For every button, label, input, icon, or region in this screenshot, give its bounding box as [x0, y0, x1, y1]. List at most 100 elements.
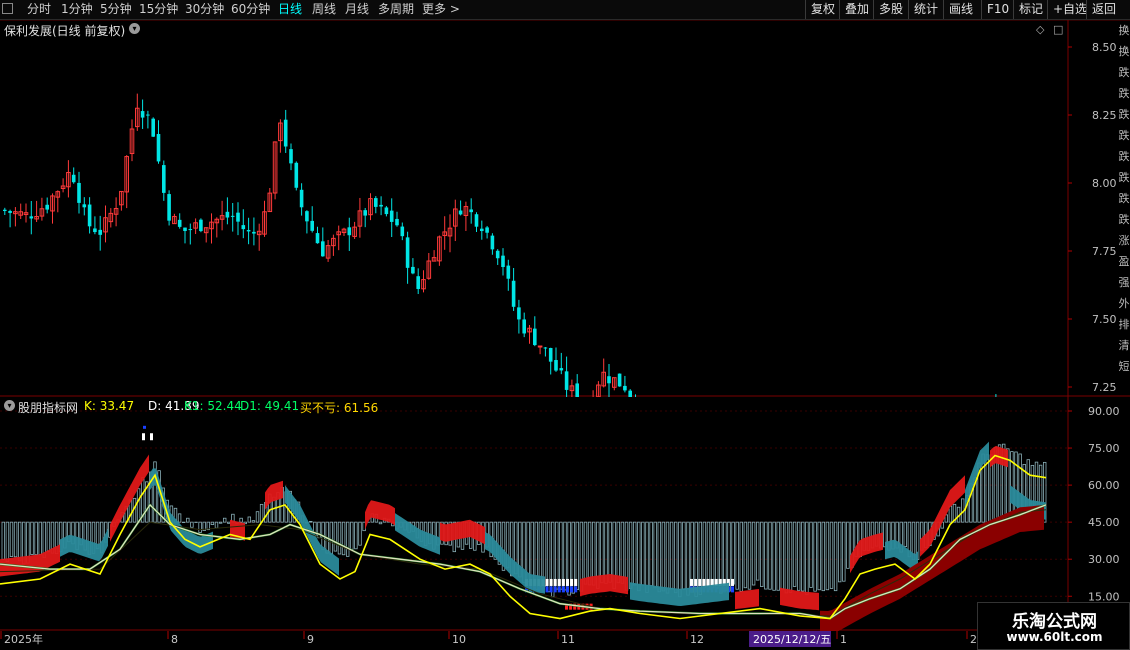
rights-adjust-button[interactable]: 复权: [805, 0, 840, 19]
side-strip-char: 跌: [1118, 87, 1130, 100]
candle-body: [236, 212, 240, 222]
histogram-bar: [378, 521, 383, 525]
side-strip-char: 跌: [1118, 171, 1130, 184]
candle-body: [299, 189, 304, 208]
indicator-menu-icon[interactable]: ▾: [4, 400, 15, 411]
histogram-bar: [9, 521, 14, 557]
histogram-bar: [903, 521, 907, 548]
histogram-bar: [833, 521, 838, 592]
signal-white-block: [731, 578, 734, 586]
histogram-bar: [641, 521, 645, 586]
histogram-bar: [805, 521, 809, 595]
side-strip-char: 跌: [1118, 108, 1130, 121]
indicator-ribbon: [780, 587, 819, 611]
back-button[interactable]: 返回: [1086, 0, 1121, 19]
signal-blue-block: [570, 586, 574, 593]
side-strip-char: 跌: [1118, 192, 1130, 205]
f10-button[interactable]: F10: [981, 0, 1014, 19]
watermark-title: 乐淘公式网: [1012, 612, 1097, 632]
watermark: 乐淘公式网 www.60lt.com: [977, 602, 1130, 650]
chevron-down-icon[interactable]: ▾: [129, 23, 140, 34]
mark-button[interactable]: 标记: [1013, 0, 1048, 19]
candlestick-chart[interactable]: 8.508.258.007.757.507.257.006.756.506.62: [0, 20, 1130, 397]
candle-body: [384, 207, 389, 215]
indicator-chart[interactable]: 90.0075.0060.0045.0030.0015.00: [0, 397, 1130, 631]
price-tick-label: 7.25: [1092, 381, 1117, 394]
expand-icon[interactable]: □: [1053, 23, 1063, 36]
histogram-bar: [358, 521, 362, 546]
indicator-ribbon: [630, 582, 729, 606]
candle-body: [45, 204, 49, 210]
candle-body: [305, 211, 309, 222]
period-30min[interactable]: 30分钟: [185, 0, 224, 19]
draw-line-button[interactable]: 画线: [943, 0, 978, 19]
histogram-bar: [735, 521, 739, 590]
histogram-bar: [350, 521, 354, 550]
histogram-bar: [616, 521, 620, 584]
value-mbk: 买不亏: 61.56: [300, 401, 379, 415]
signal-blue-block: [143, 425, 146, 429]
candle-body: [458, 210, 463, 215]
candle-body: [469, 209, 473, 213]
date-axis: 2025年 8 9 10 11 12 1 22025/12/12/五: [0, 631, 977, 647]
histogram-bar: [743, 521, 748, 589]
candle-body: [501, 255, 505, 268]
candle-body: [156, 133, 161, 162]
candle-body: [77, 182, 81, 203]
diamond-icon[interactable]: ◇: [1036, 23, 1044, 36]
period-fenshi[interactable]: 分时: [27, 0, 51, 19]
candle-body: [310, 220, 314, 231]
candle-body: [315, 233, 320, 244]
histogram-bar: [739, 521, 743, 592]
histogram-bar: [354, 521, 358, 550]
histogram-bar: [190, 521, 194, 528]
signal-white-block: [570, 578, 574, 586]
histogram-bar: [633, 521, 637, 586]
period-1min[interactable]: 1分钟: [61, 0, 93, 19]
histogram-bar: [227, 521, 231, 524]
period-5min[interactable]: 5分钟: [100, 0, 132, 19]
histogram-bar: [214, 521, 219, 529]
histogram-bar: [809, 521, 813, 588]
histogram-bar: [608, 521, 612, 583]
menu-icon[interactable]: [2, 3, 13, 14]
ind-tick-label: 60.00: [1088, 479, 1120, 492]
overlay-button[interactable]: 叠加: [839, 0, 874, 19]
candle-body: [411, 266, 415, 274]
candle-body: [416, 276, 420, 289]
candle-body: [389, 210, 394, 222]
signal-white-block: [553, 578, 557, 586]
period-daily[interactable]: 日线: [278, 0, 302, 19]
statistics-button[interactable]: 统计: [908, 0, 943, 19]
period-15min[interactable]: 15分钟: [139, 0, 178, 19]
candle-body: [146, 114, 150, 116]
histogram-bar: [813, 521, 817, 592]
histogram-bar: [333, 521, 338, 552]
histogram-bar: [17, 521, 22, 562]
period-monthly[interactable]: 月线: [345, 0, 369, 19]
histogram-bar: [1, 521, 5, 561]
histogram-bar: [46, 521, 51, 553]
value-k1: K1: 52.44: [184, 399, 242, 413]
candle-body: [82, 204, 87, 208]
candle-body: [495, 250, 500, 259]
period-weekly[interactable]: 周线: [312, 0, 336, 19]
histogram-bar: [309, 520, 313, 523]
candle-body: [321, 241, 325, 257]
indicator-ribbon: [485, 532, 545, 594]
histogram-bar: [760, 521, 764, 587]
candle-body: [564, 371, 569, 390]
histogram-bar: [628, 521, 633, 589]
histogram-bar: [649, 521, 653, 587]
price-tick-label: 7.75: [1092, 245, 1117, 258]
period-60min[interactable]: 60分钟: [231, 0, 270, 19]
period-multi[interactable]: 多周期: [378, 0, 414, 19]
period-more[interactable]: 更多 >: [422, 0, 460, 19]
signal-blue-block: [566, 586, 569, 593]
histogram-bar: [702, 521, 707, 588]
histogram-bar: [784, 521, 789, 594]
multi-stock-button[interactable]: 多股: [873, 0, 908, 19]
candle-body: [241, 225, 246, 230]
histogram-bar: [678, 521, 682, 598]
date-label: 1: [840, 633, 847, 646]
